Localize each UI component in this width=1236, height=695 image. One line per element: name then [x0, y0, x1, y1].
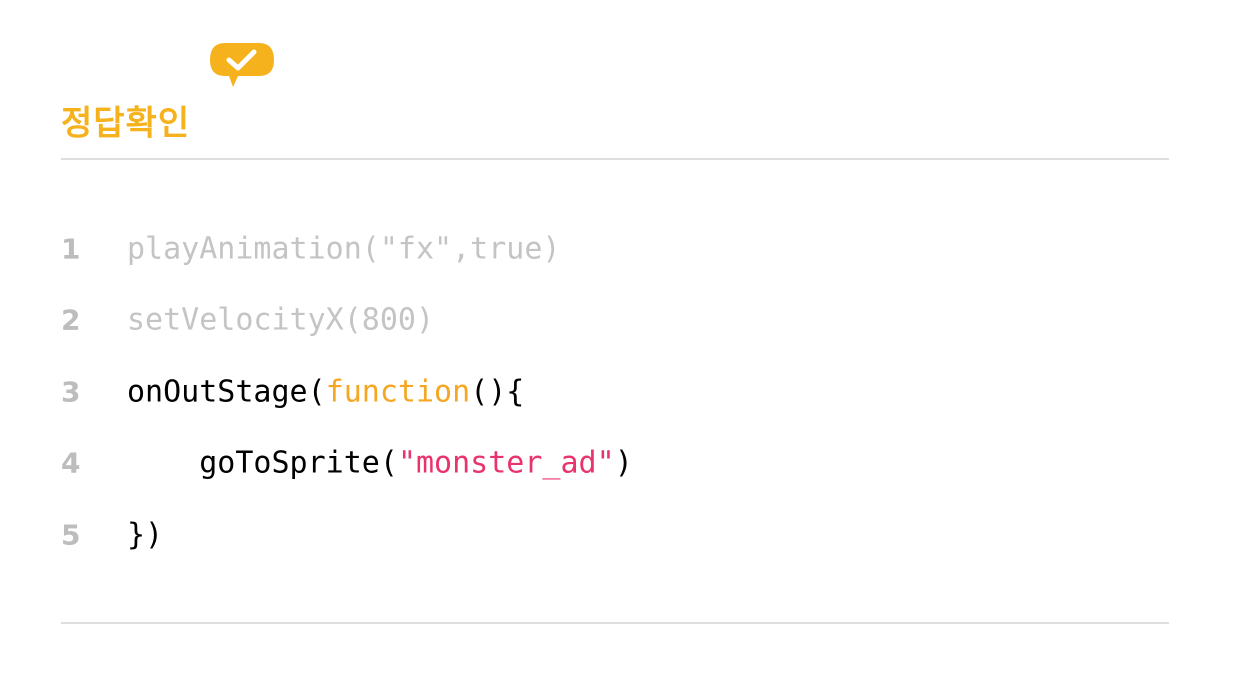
answer-header: 정답확인: [61, 40, 1169, 144]
string-token: "monster_ad": [397, 445, 615, 481]
code-text: }): [127, 517, 164, 553]
top-divider: [61, 158, 1169, 160]
line-number: 3: [61, 375, 81, 409]
code-token: ): [614, 445, 633, 481]
code-text: goToSprite("monster_ad"): [127, 446, 633, 481]
code-text: playAnimation("fx",true): [127, 231, 561, 267]
code-line-1: 1 playAnimation("fx",true): [61, 213, 1169, 285]
check-speech-bubble-icon: [207, 40, 277, 102]
code-text: setVelocityX(800): [127, 302, 435, 338]
bottom-divider: [61, 622, 1169, 624]
page-title: 정답확인: [61, 103, 191, 144]
code-token: goToSprite(: [199, 445, 398, 481]
code-token: (){: [470, 374, 525, 410]
code-line-2: 2 setVelocityX(800): [61, 285, 1169, 357]
code-text: onOutStage(function(){: [127, 374, 524, 409]
code-line-4: 4 goToSprite("monster_ad"): [61, 428, 1169, 500]
code-block: 1 playAnimation("fx",true) 2 setVelocity…: [61, 213, 1169, 571]
line-number: 4: [61, 446, 81, 480]
line-number: 2: [61, 303, 81, 337]
line-number: 5: [61, 518, 81, 552]
code-token: onOutStage(: [127, 374, 326, 410]
code-line-3: 3 onOutStage(function(){: [61, 356, 1169, 428]
line-number: 1: [61, 232, 81, 266]
code-line-5: 5 }): [61, 499, 1169, 571]
keyword-token: function: [325, 374, 471, 410]
